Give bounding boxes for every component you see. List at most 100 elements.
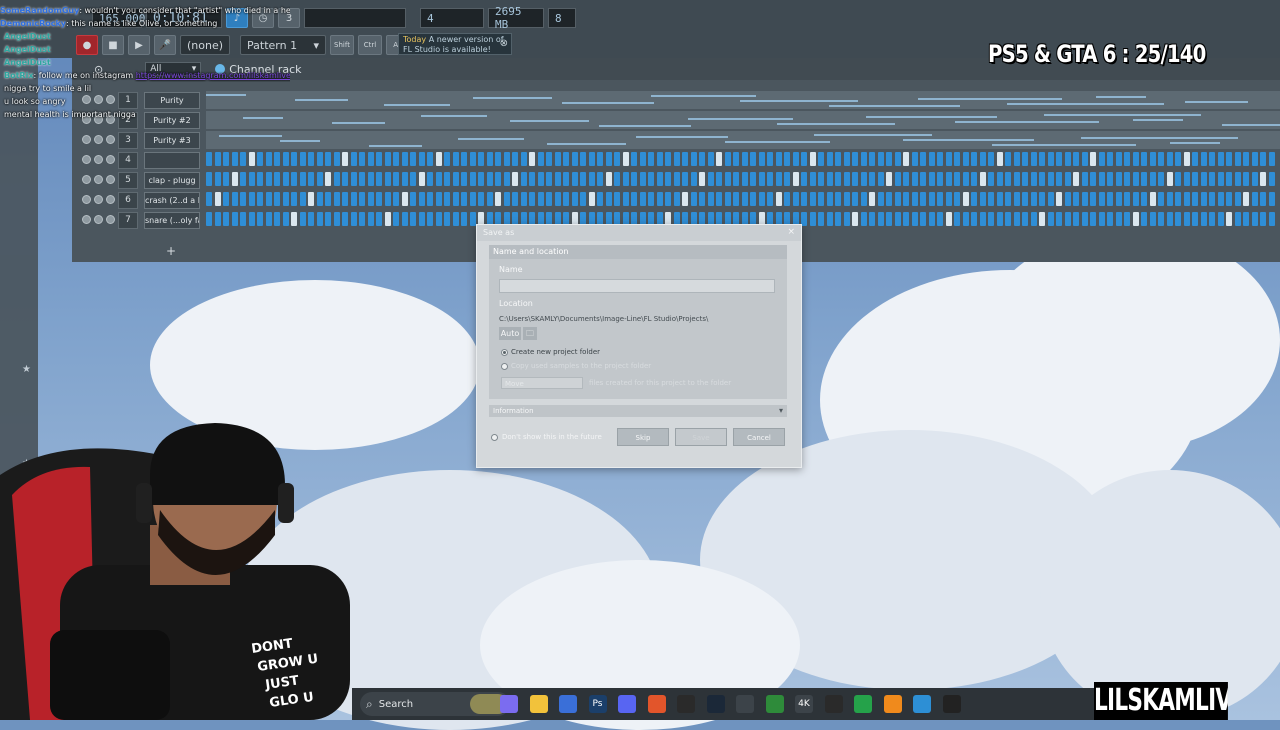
chat-username[interactable]: SomeRandomGuy bbox=[0, 6, 79, 15]
step-button[interactable] bbox=[214, 192, 221, 206]
channel-name-button[interactable]: Purity #3 bbox=[144, 132, 200, 149]
step-button[interactable] bbox=[1005, 172, 1011, 186]
step-button[interactable] bbox=[478, 172, 484, 186]
step-button[interactable] bbox=[750, 192, 756, 206]
4k-icon[interactable]: 4K bbox=[795, 695, 813, 713]
step-button[interactable] bbox=[316, 152, 323, 166]
step-button[interactable] bbox=[316, 192, 323, 206]
step-button[interactable] bbox=[954, 172, 960, 186]
step-button[interactable] bbox=[1226, 152, 1232, 166]
step-button[interactable] bbox=[724, 152, 731, 166]
step-button[interactable] bbox=[962, 152, 969, 166]
step-button[interactable] bbox=[716, 152, 722, 166]
step-button[interactable] bbox=[1022, 172, 1028, 186]
step-button[interactable] bbox=[1200, 152, 1207, 166]
step-button[interactable] bbox=[886, 212, 892, 226]
photoshop-icon[interactable]: Ps bbox=[588, 695, 607, 713]
step-button[interactable] bbox=[699, 172, 705, 186]
step-button[interactable] bbox=[1200, 172, 1207, 186]
step-button[interactable] bbox=[435, 152, 442, 166]
step-button[interactable] bbox=[367, 172, 374, 186]
shift-mode-button[interactable]: Shift bbox=[330, 35, 354, 55]
step-button[interactable] bbox=[1217, 172, 1224, 186]
channel-led-icon[interactable] bbox=[106, 155, 115, 164]
step-button[interactable] bbox=[435, 212, 442, 226]
step-button[interactable] bbox=[1149, 172, 1156, 186]
step-button[interactable] bbox=[928, 152, 935, 166]
step-button[interactable] bbox=[1047, 212, 1054, 226]
step-button[interactable] bbox=[1243, 192, 1249, 206]
step-button[interactable] bbox=[512, 152, 518, 166]
step-button[interactable] bbox=[826, 152, 833, 166]
step-button[interactable] bbox=[988, 152, 994, 166]
step-button[interactable] bbox=[325, 172, 331, 186]
step-button[interactable] bbox=[384, 192, 391, 206]
step-button[interactable] bbox=[571, 152, 578, 166]
step-button[interactable] bbox=[1013, 212, 1020, 226]
step-button[interactable] bbox=[418, 172, 425, 186]
step-button[interactable] bbox=[206, 192, 212, 206]
step-button[interactable] bbox=[818, 212, 824, 226]
step-button[interactable] bbox=[911, 192, 918, 206]
step-button[interactable] bbox=[469, 192, 476, 206]
channel-led-icon[interactable] bbox=[82, 135, 91, 144]
step-button[interactable] bbox=[767, 152, 773, 166]
step-button[interactable] bbox=[835, 152, 841, 166]
step-button[interactable] bbox=[937, 172, 943, 186]
step-button[interactable] bbox=[461, 212, 467, 226]
step-button[interactable] bbox=[767, 172, 773, 186]
step-button[interactable] bbox=[469, 172, 476, 186]
step-button[interactable] bbox=[478, 192, 484, 206]
channel-mixer-track[interactable]: 3 bbox=[118, 132, 138, 149]
step-button[interactable] bbox=[588, 152, 595, 166]
chat-username[interactable]: AngelDust bbox=[4, 58, 51, 67]
step-button[interactable] bbox=[631, 152, 637, 166]
step-button[interactable] bbox=[775, 152, 782, 166]
step-button[interactable] bbox=[503, 152, 510, 166]
step-button[interactable] bbox=[869, 172, 875, 186]
step-button[interactable] bbox=[1064, 152, 1071, 166]
step-button[interactable] bbox=[758, 152, 765, 166]
step-button[interactable] bbox=[231, 192, 238, 206]
step-button[interactable] bbox=[410, 152, 416, 166]
step-button[interactable] bbox=[495, 172, 501, 186]
step-button[interactable] bbox=[690, 172, 697, 186]
step-button[interactable] bbox=[359, 152, 365, 166]
step-button[interactable] bbox=[877, 212, 884, 226]
channel-led-icon[interactable] bbox=[82, 175, 91, 184]
step-button[interactable] bbox=[257, 212, 263, 226]
step-button[interactable] bbox=[223, 172, 229, 186]
step-button[interactable] bbox=[1039, 212, 1045, 226]
step-button[interactable] bbox=[401, 172, 408, 186]
step-button[interactable] bbox=[835, 192, 841, 206]
step-button[interactable] bbox=[231, 172, 238, 186]
step-button[interactable] bbox=[248, 172, 255, 186]
step-button[interactable] bbox=[359, 172, 365, 186]
channel-led-icon[interactable] bbox=[94, 195, 103, 204]
step-button[interactable] bbox=[860, 152, 867, 166]
step-button[interactable] bbox=[1132, 192, 1139, 206]
chat-link[interactable]: https://www.instagram.com/lilskamlive/ bbox=[136, 71, 290, 80]
step-button[interactable] bbox=[622, 172, 629, 186]
step-button[interactable] bbox=[1192, 152, 1198, 166]
game-icon[interactable] bbox=[765, 695, 784, 713]
step-button[interactable] bbox=[401, 212, 408, 226]
step-button[interactable] bbox=[843, 172, 850, 186]
channel-led-icon[interactable] bbox=[106, 215, 115, 224]
step-button[interactable] bbox=[444, 192, 450, 206]
step-button[interactable] bbox=[1175, 212, 1181, 226]
step-button[interactable] bbox=[1115, 192, 1122, 206]
step-button[interactable] bbox=[673, 172, 680, 186]
step-button[interactable] bbox=[350, 192, 357, 206]
step-button[interactable] bbox=[308, 152, 314, 166]
step-button[interactable] bbox=[529, 192, 535, 206]
step-button[interactable] bbox=[580, 172, 586, 186]
step-button[interactable] bbox=[401, 152, 408, 166]
channel-led-icon[interactable] bbox=[106, 135, 115, 144]
step-button[interactable] bbox=[1039, 192, 1045, 206]
step-button[interactable] bbox=[214, 172, 221, 186]
step-button[interactable] bbox=[1141, 152, 1147, 166]
channel-mixer-track[interactable]: 7 bbox=[118, 212, 138, 229]
step-button[interactable] bbox=[1251, 212, 1258, 226]
step-button[interactable] bbox=[563, 172, 569, 186]
